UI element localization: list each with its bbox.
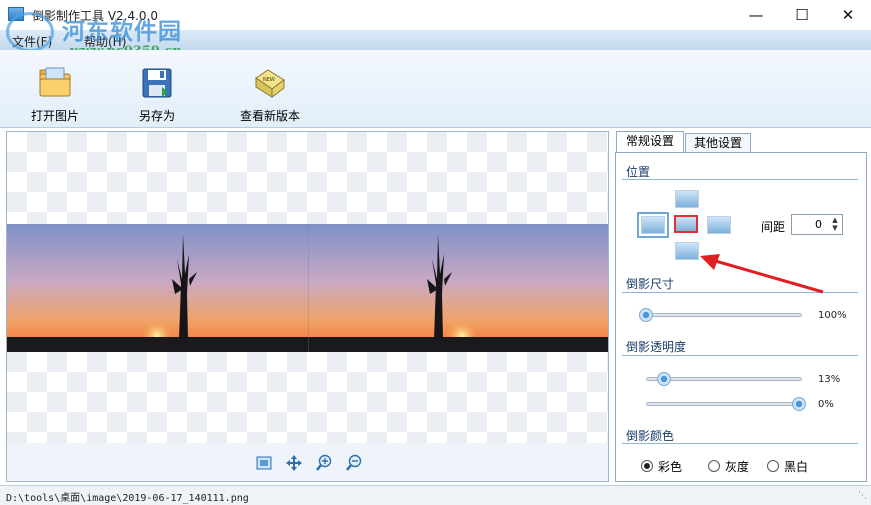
color-option-bw: 黑白: [784, 460, 809, 474]
position-right-button[interactable]: [707, 216, 731, 234]
minimize-button[interactable]: —: [733, 0, 779, 30]
watermark-logo: [6, 12, 54, 52]
color-divider: [622, 443, 858, 444]
watermark-text: 河东软件园: [62, 18, 182, 45]
color-radio-bw[interactable]: [767, 460, 779, 472]
opacity-section-title: 倒影透明度: [626, 340, 687, 354]
check-version-label: 查看新版本: [239, 109, 300, 123]
toolbar: 打开图片 另存为 NEW 查看新版本: [0, 50, 871, 128]
opacity-start-slider-thumb[interactable]: [657, 372, 671, 386]
annotation-arrow: [700, 254, 824, 294]
new-version-icon: NEW: [255, 69, 285, 98]
color-option-gray: 灰度: [725, 460, 750, 474]
spacing-label: 间距: [761, 220, 786, 234]
color-section-title: 倒影颜色: [626, 429, 675, 443]
opacity-end-value: 0%: [818, 399, 834, 410]
tab-general[interactable]: 常规设置: [616, 131, 684, 153]
color-option-full: 彩色: [658, 460, 683, 474]
spacing-value: 0: [815, 218, 822, 231]
size-slider-track[interactable]: [640, 313, 802, 317]
fit-image-icon[interactable]: [255, 454, 273, 472]
opacity-start-value: 13%: [818, 374, 841, 385]
general-settings-body: 位置 间距 0 ▲ ▼ 倒影尺寸 100% 倒影透明度 13% 0% 倒影颜色 彩…: [615, 152, 867, 482]
position-section-title: 位置: [626, 165, 651, 179]
size-section-title: 倒影尺寸: [626, 277, 675, 291]
spin-arrows-icon[interactable]: ▲ ▼: [829, 216, 841, 233]
check-version-button[interactable]: NEW 查看新版本: [225, 56, 315, 126]
color-radio-gray[interactable]: [708, 460, 720, 472]
file-path: D:\tools\桌面\image\2019-06-17_140111.png: [6, 493, 249, 504]
zoom-out-icon[interactable]: [345, 454, 363, 472]
svg-text:NEW: NEW: [263, 77, 275, 83]
open-image-label: 打开图片: [30, 109, 79, 123]
size-slider-thumb[interactable]: [639, 308, 653, 322]
position-top-button[interactable]: [675, 190, 699, 208]
opacity-end-slider-thumb[interactable]: [792, 397, 806, 411]
zoom-in-icon[interactable]: [315, 454, 333, 472]
save-as-button[interactable]: 另存为: [112, 56, 202, 126]
close-button[interactable]: ✕: [825, 0, 871, 30]
folder-icon: [39, 67, 71, 97]
open-image-button[interactable]: 打开图片: [10, 56, 100, 126]
actual-size-icon[interactable]: [285, 454, 303, 472]
save-as-label: 另存为: [138, 109, 175, 123]
size-value: 100%: [818, 310, 847, 321]
image-preview-area[interactable]: [6, 131, 609, 482]
position-center-button[interactable]: [674, 215, 698, 233]
opacity-divider: [622, 355, 858, 356]
settings-panel: 常规设置 其他设置 位置 间距 0 ▲ ▼ 倒影尺寸 100% 倒影透明度 13%…: [615, 131, 867, 482]
maximize-button[interactable]: ☐: [779, 0, 825, 30]
color-radio-full[interactable]: [641, 460, 653, 472]
sunset-preview-image: [7, 224, 608, 352]
status-bar: D:\tools\桌面\image\2019-06-17_140111.png …: [0, 485, 871, 505]
spacing-spinbox[interactable]: 0 ▲ ▼: [791, 214, 843, 235]
position-divider: [622, 179, 858, 180]
floppy-save-icon: [142, 68, 172, 98]
position-left-button[interactable]: [637, 212, 669, 238]
tab-other[interactable]: 其他设置: [685, 133, 751, 153]
resize-grip-icon[interactable]: ⋱: [858, 491, 867, 501]
opacity-end-slider-track[interactable]: [646, 402, 802, 406]
